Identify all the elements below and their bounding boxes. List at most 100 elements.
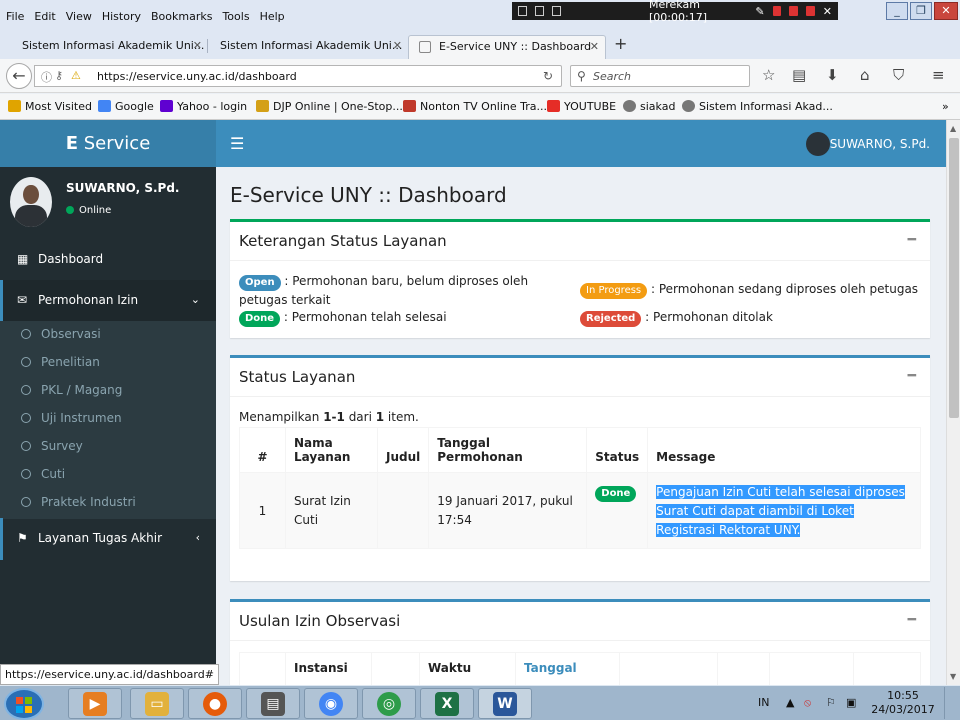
recorder-stop-icon[interactable] <box>789 6 799 16</box>
taskbar-firefox[interactable]: ● <box>188 688 242 719</box>
close-tab-icon[interactable]: ✕ <box>393 39 402 52</box>
message-text[interactable]: Pengajuan Izin Cuti telah selesai dipros… <box>656 485 905 537</box>
menu-edit[interactable]: Edit <box>34 10 55 23</box>
url-text[interactable]: https://eservice.uny.ac.id/dashboard <box>97 70 297 83</box>
column-header-instansi[interactable]: Instansi <box>285 652 372 685</box>
menu-bookmarks[interactable]: Bookmarks <box>151 10 212 23</box>
info-icon[interactable]: ⓘ <box>41 69 52 85</box>
recorder-camera-icon[interactable] <box>806 6 815 16</box>
bookmark-yahoo[interactable]: Yahoo - login <box>160 100 247 113</box>
close-window-icon[interactable]: ✕ <box>934 2 958 20</box>
menu-file[interactable]: File <box>6 10 24 23</box>
bookmark-google[interactable]: Google <box>98 100 154 113</box>
taskbar-explorer[interactable]: ▭ <box>130 688 184 719</box>
column-header-nama-layanan[interactable]: Nama Layanan <box>285 427 378 473</box>
bookmark-nonton-tv[interactable]: Nonton TV Online Tra... <box>403 100 547 113</box>
recorder-zoom-icon[interactable] <box>552 6 561 16</box>
column-header-waktu[interactable]: Waktu <box>419 652 516 685</box>
menu-tools[interactable]: Tools <box>222 10 249 23</box>
collapse-icon[interactable]: ━ <box>908 612 916 628</box>
close-tab-icon[interactable]: ✕ <box>590 40 599 53</box>
header-user-name[interactable]: SUWARNO, S.Pd. <box>830 137 930 151</box>
sidebar-item-layanan-tugas-akhir[interactable]: ⚑ Layanan Tugas Akhir ‹ <box>0 518 216 560</box>
column-header-status[interactable]: Status <box>586 427 649 473</box>
scrollbar-thumb[interactable] <box>949 138 959 418</box>
taskbar-recorder[interactable]: ◎ <box>362 688 416 719</box>
recorder-close-icon[interactable]: ✕ <box>823 5 832 18</box>
taskbar-media-player[interactable]: ▶ <box>68 688 122 719</box>
reload-icon[interactable]: ↻ <box>543 69 553 83</box>
link-status-url: https://eservice.uny.ac.id/dashboard# <box>0 664 219 685</box>
language-indicator[interactable]: IN <box>758 696 769 709</box>
show-desktop-button[interactable] <box>944 687 958 719</box>
menu-history[interactable]: History <box>102 10 141 23</box>
submenu-item-uji-instrumen[interactable]: Uji Instrumen <box>0 405 216 433</box>
taskbar-chrome[interactable]: ◉ <box>304 688 358 719</box>
submenu-item-observasi[interactable]: Observasi <box>0 321 216 349</box>
collapse-icon[interactable]: ━ <box>908 368 916 384</box>
bookmark-youtube[interactable]: YOUTUBE <box>547 100 616 113</box>
bookmark-star-icon[interactable]: ☆ <box>762 66 775 84</box>
home-icon[interactable]: ⌂ <box>860 66 870 84</box>
pocket-icon[interactable]: ⛉ <box>893 66 904 84</box>
recorder-window-icon[interactable] <box>535 6 544 16</box>
taskbar-excel[interactable]: X <box>420 688 474 719</box>
tab-siakad-1[interactable]: Sistem Informasi Akademik Uni... ✕ <box>0 35 208 59</box>
recorder-pen-icon[interactable]: ✎ <box>755 5 764 18</box>
scroll-down-icon[interactable]: ▼ <box>950 672 956 681</box>
sidebar-item-dashboard[interactable]: ▦ Dashboard <box>0 239 216 281</box>
column-header-no[interactable]: # <box>239 427 286 473</box>
taskbar-clock[interactable]: 10:55 24/03/2017 <box>868 689 938 717</box>
bookmark-most-visited[interactable]: Most Visited <box>8 100 92 113</box>
back-button[interactable]: ← <box>6 63 32 89</box>
taskbar-document[interactable]: ▤ <box>246 688 300 719</box>
submenu-item-pkl-magang[interactable]: PKL / Magang <box>0 377 216 405</box>
submenu-item-survey[interactable]: Survey <box>0 433 216 461</box>
column-header-message[interactable]: Message <box>647 427 921 473</box>
taskbar-word[interactable]: W <box>478 688 532 719</box>
maximize-icon[interactable]: ❐ <box>910 2 932 20</box>
column-header-tanggal[interactable]: Tanggal <box>515 652 620 685</box>
header-avatar[interactable] <box>806 132 830 156</box>
url-bar[interactable]: ⓘ ⚷ ⚠ https://eservice.uny.ac.id/dashboa… <box>34 65 562 87</box>
column-header-judul[interactable]: Judul <box>376 427 430 473</box>
sidebar-item-label: Permohonan Izin <box>38 293 139 307</box>
recorder-pause-icon[interactable] <box>772 6 782 16</box>
reading-list-icon[interactable]: ▤ <box>792 66 806 84</box>
page-scrollbar[interactable]: ▲ ▼ <box>946 120 960 685</box>
start-button[interactable] <box>4 688 44 720</box>
status-badge-open: Open <box>239 275 281 291</box>
sidebar-item-permohonan-izin[interactable]: ✉ Permohonan Izin ⌄ <box>0 280 216 322</box>
legend-in-progress: In Progress : Permohonan sedang diproses… <box>580 282 918 299</box>
tab-eservice-dashboard[interactable]: E-Service UNY :: Dashboard ✕ <box>408 35 606 59</box>
submenu-item-praktek-industri[interactable]: Praktek Industri <box>0 489 216 517</box>
column-header-no[interactable]: # <box>239 652 286 685</box>
menu-view[interactable]: View <box>66 10 92 23</box>
download-icon[interactable]: ⬇ <box>826 66 839 84</box>
minimize-icon[interactable]: _ <box>886 2 908 20</box>
app-logo[interactable]: E Service <box>0 120 216 167</box>
tab-siakad-2[interactable]: Sistem Informasi Akademik Uni... ✕ <box>198 35 408 59</box>
new-tab-button[interactable]: + <box>614 34 627 53</box>
sidebar-toggle-icon[interactable]: ☰ <box>230 134 244 153</box>
action-center-flag-icon[interactable]: ⚐ <box>826 696 836 709</box>
submenu-item-penelitian[interactable]: Penelitian <box>0 349 216 377</box>
hamburger-menu-icon[interactable]: ≡ <box>932 66 945 84</box>
column-header-tanggal[interactable]: Tanggal Permohonan <box>428 427 588 473</box>
collapse-icon[interactable]: ━ <box>908 232 916 248</box>
bookmark-djp-online[interactable]: DJP Online | One-Stop... <box>256 100 403 113</box>
show-hidden-icons-icon[interactable]: ▲ <box>786 696 794 709</box>
antivirus-icon[interactable]: ⦸ <box>804 696 811 710</box>
menu-help[interactable]: Help <box>260 10 285 23</box>
scroll-up-icon[interactable]: ▲ <box>950 124 956 133</box>
avatar <box>10 177 52 227</box>
bookmark-sistem-informasi[interactable]: Sistem Informasi Akad... <box>682 100 833 113</box>
bookmarks-overflow-button[interactable]: » <box>942 100 949 113</box>
recorder-menu-icon[interactable] <box>518 6 527 16</box>
sidebar: SUWARNO, S.Pd. Online ▦ Dashboard ✉ Perm… <box>0 167 216 685</box>
network-icon[interactable]: ▣ <box>846 696 856 709</box>
search-input[interactable]: ⚲ Search <box>570 65 750 87</box>
cell-judul <box>376 472 430 549</box>
bookmark-siakad[interactable]: siakad <box>623 100 675 113</box>
submenu-item-cuti[interactable]: Cuti <box>0 461 216 489</box>
